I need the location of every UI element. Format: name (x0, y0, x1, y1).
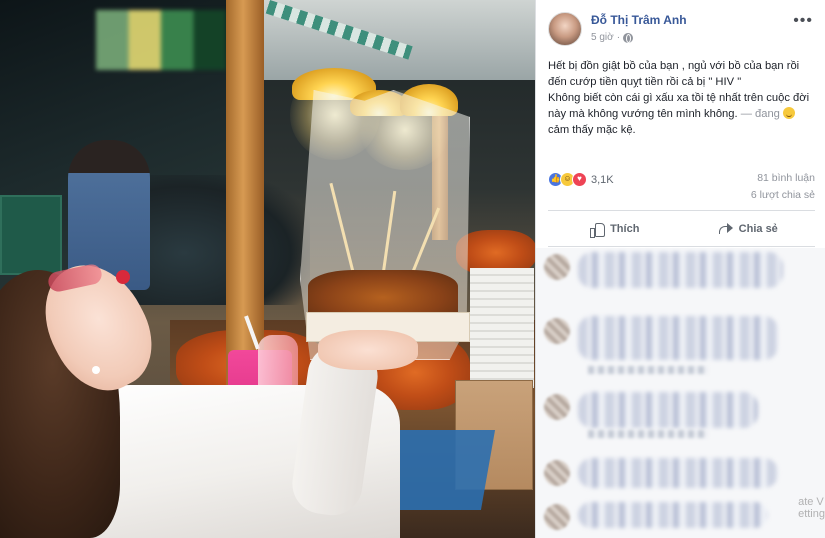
watermark-text: ate Vetting (798, 496, 825, 520)
like-button[interactable]: Thích (548, 214, 682, 244)
timestamp[interactable]: 5 giờ (591, 32, 614, 43)
comment-item (544, 250, 817, 292)
share-label: Chia sẻ (738, 223, 778, 235)
share-arrow-icon (718, 223, 733, 235)
store-sign (0, 195, 62, 275)
post-photo[interactable] (0, 0, 535, 538)
thumbs-up-icon (590, 222, 606, 238)
author-name[interactable]: Đỗ Thị Trâm Anh (591, 13, 687, 27)
comment-item (544, 390, 817, 438)
comment-item (544, 500, 817, 538)
comment-avatar[interactable] (544, 318, 570, 344)
feeling-text[interactable]: cảm thấy mặc kệ. (548, 122, 820, 138)
comment-bubble-blurred (578, 316, 778, 360)
crowd (130, 175, 310, 305)
comment-bubble-blurred (578, 252, 783, 288)
post-header: Đỗ Thị Trâm Anh 5 giờ · ••• (548, 12, 817, 48)
comment-bubble-blurred (578, 458, 778, 488)
comment-meta-blurred (588, 366, 708, 374)
comment-avatar[interactable] (544, 254, 570, 280)
comment-bubble-blurred (578, 392, 758, 428)
lips (116, 270, 130, 284)
cup-stack (470, 268, 534, 388)
post-text-fragment: này mà không vướng tên mình không. (548, 108, 738, 120)
comment-meta-blurred (588, 430, 708, 438)
more-dots-icon[interactable]: ••• (793, 12, 813, 30)
post-text-line: đến cướp tiền quỵt tiền rồi cả bị " HIV … (548, 76, 742, 88)
share-button[interactable]: Chia sẻ (682, 214, 816, 244)
comment-avatar[interactable] (544, 394, 570, 420)
post-text-line: này mà không vướng tên mình không. — đan… (548, 106, 820, 122)
divider (548, 246, 815, 247)
action-bar: Thích Chia sẻ (548, 214, 815, 244)
avatar[interactable] (548, 12, 582, 46)
wooden-pole (226, 0, 264, 400)
post-text-line: Hết bị đồn giật bồ của bạn , ngủ với bồ … (548, 60, 800, 72)
tag-prefix: — đang (740, 108, 780, 120)
post-panel: Đỗ Thị Trâm Anh 5 giờ · ••• Hết bị đồn g… (535, 0, 825, 538)
post-text: Hết bị đồn giật bồ của bạn , ngủ với bồ … (548, 58, 820, 138)
pixelated-sign (96, 10, 226, 70)
post-stats: 👍 ☺ ♥ 3,1K 81 bình luận 6 lượt chia sẻ (548, 168, 815, 208)
shares-count[interactable]: 6 lượt chia sẻ (751, 189, 815, 201)
earring (92, 366, 100, 374)
comment-item (544, 456, 817, 498)
comment-item (544, 314, 817, 374)
hand (318, 330, 418, 370)
post-meta: 5 giờ · (591, 32, 634, 43)
watermark-part: ate V (798, 496, 824, 508)
divider (548, 210, 815, 211)
like-label: Thích (610, 223, 640, 235)
comments-section: ate Vetting (536, 248, 825, 538)
smile-emoji-icon (783, 107, 795, 119)
comment-avatar[interactable] (544, 504, 570, 530)
post-text-line: Không biết còn cái gì xấu xa tồi tệ nhất… (548, 92, 810, 104)
comments-count[interactable]: 81 bình luận (757, 172, 815, 184)
globe-icon[interactable] (623, 32, 634, 43)
comment-bubble-blurred (578, 502, 768, 528)
love-reaction-icon: ♥ (572, 172, 587, 187)
reaction-summary[interactable]: 👍 ☺ ♥ 3,1K (548, 172, 614, 187)
reaction-count: 3,1K (591, 173, 614, 186)
watermark-part: etting (798, 508, 825, 520)
comment-avatar[interactable] (544, 460, 570, 486)
